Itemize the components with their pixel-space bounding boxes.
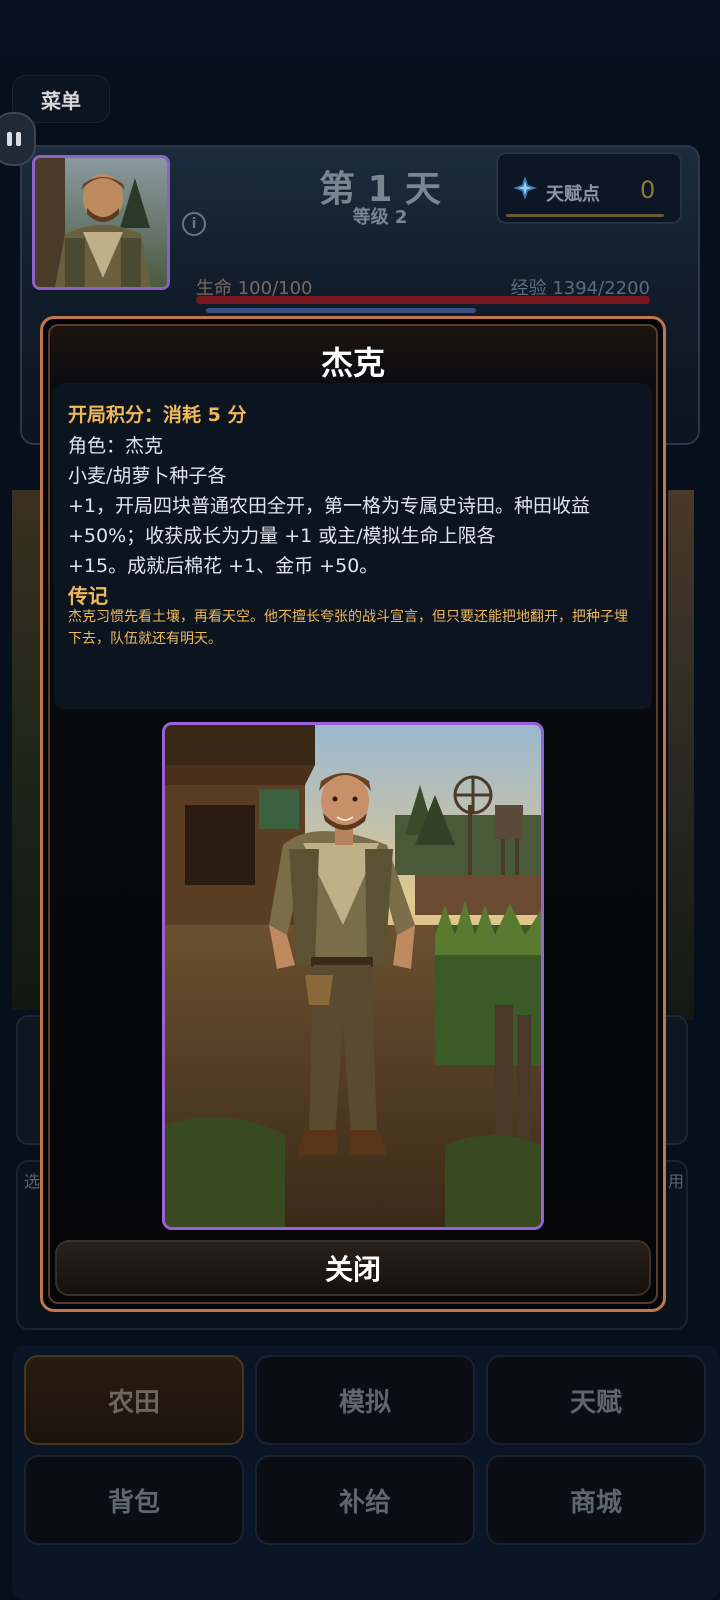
close-button[interactable]: 关闭 [55,1240,651,1296]
pause-float-button[interactable] [0,112,36,166]
nav-shop-button[interactable]: 商城 [486,1455,706,1545]
talent-points-label: 天赋点 [546,184,600,205]
background-scene-left [12,490,42,1010]
character-portrait [162,722,544,1230]
description-line: +1，开局四块普通农田全开，第一格为专属史诗田。种田收益 [68,495,591,517]
talent-points-value: 0 [640,176,656,204]
lore-title: 传记 [68,584,108,608]
description-line: 小麦/胡萝卜种子各 [68,465,227,487]
nav-simulate-button[interactable]: 模拟 [255,1355,475,1445]
hud-character-portrait[interactable] [32,155,170,290]
description-line: 角色：杰克 [68,435,164,457]
info-icon[interactable]: i [182,212,206,236]
talent-star-icon [513,176,537,200]
hp-bar [196,296,650,304]
nav-supply-button[interactable]: 补给 [255,1455,475,1545]
status-bar-area [0,0,720,60]
talent-underline [506,214,664,217]
lore-text: 杰克习惯先看土壤，再看天空。他不擅长夸张的战斗宣言，但只要还能把地翻开，把种子埋… [68,609,628,647]
description-line: +15。成就后棉花 +1、金币 +50。 [68,555,379,577]
player-level: 等级 2 [352,207,408,228]
nav-backpack-button[interactable]: 背包 [24,1455,244,1545]
start-cost-text: 开局积分：消耗 5 分 [68,404,247,426]
modal-title: 杰克 [320,344,385,382]
nav-farm-button[interactable]: 农田 [24,1355,244,1445]
character-portrait-image [165,725,541,1227]
exp-bar [206,308,476,313]
pause-icon-bar [7,132,12,146]
character-avatar-image [35,158,167,287]
nav-talent-button[interactable]: 天赋 [486,1355,706,1445]
background-partial-text-left: 选 [24,1172,41,1191]
pause-icon-bar [16,132,21,146]
background-scene-right [668,490,694,1020]
background-partial-text-right: 用 [668,1172,685,1191]
description-line: +50%；收获成长为力量 +1 或主/模拟生命上限各 [68,525,496,547]
